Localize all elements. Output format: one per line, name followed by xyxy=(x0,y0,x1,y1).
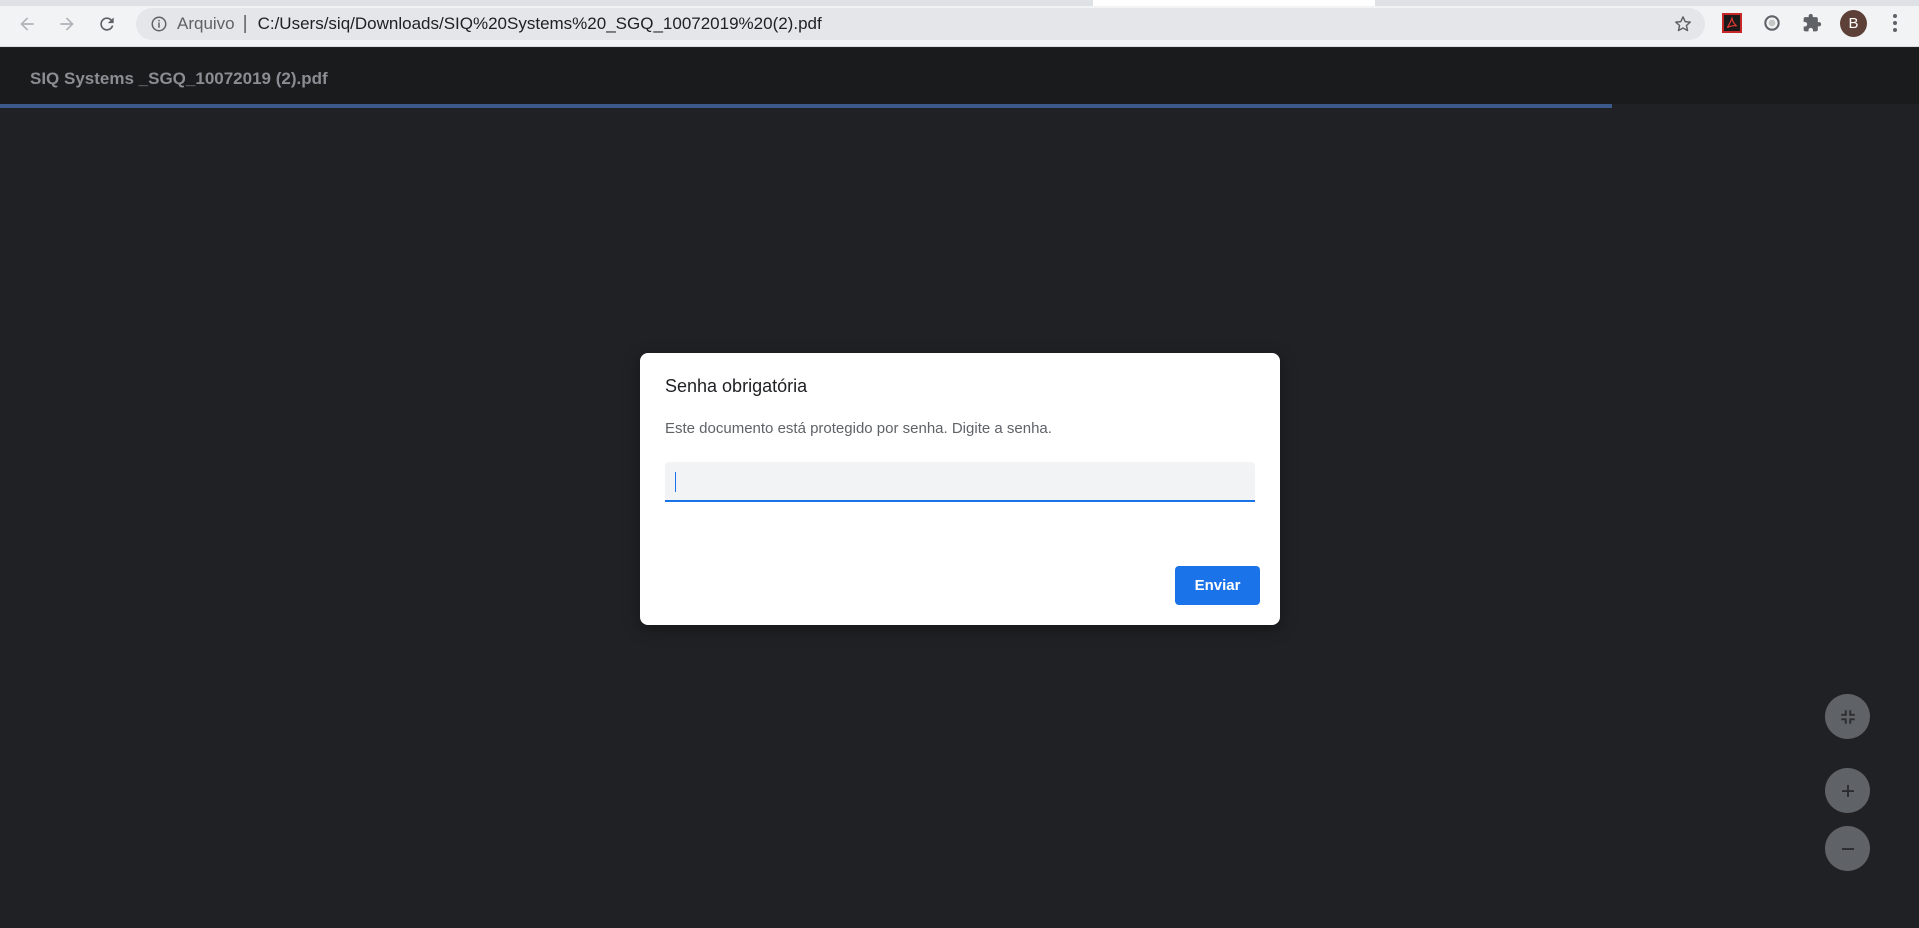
plus-icon xyxy=(1841,784,1854,797)
info-icon[interactable] xyxy=(149,14,169,34)
arrow-left-icon xyxy=(20,17,34,31)
menu-dot-icon xyxy=(1893,14,1897,18)
menu-dot-icon xyxy=(1893,28,1897,32)
circle-extension-icon xyxy=(1764,15,1780,31)
reload-icon xyxy=(100,17,114,31)
dialog-message: Este documento está protegido por senha.… xyxy=(665,420,1052,437)
dialog-title: Senha obrigatória xyxy=(665,376,808,396)
fit-to-page-icon xyxy=(1840,709,1855,724)
forward-button[interactable] xyxy=(52,9,82,39)
reload-button[interactable] xyxy=(92,9,122,39)
back-button[interactable] xyxy=(12,9,42,39)
origin-separator: | xyxy=(242,13,248,34)
password-dialog: Senha obrigatória Este documento está pr… xyxy=(640,353,1280,625)
load-progress-bar xyxy=(0,104,1919,108)
extensions-button[interactable] xyxy=(1800,11,1824,35)
load-progress-fill xyxy=(0,104,1612,108)
submit-button[interactable]: Enviar xyxy=(1175,566,1260,605)
tab-strip xyxy=(0,0,1919,6)
star-icon[interactable] xyxy=(1673,14,1693,34)
profile-avatar[interactable]: B xyxy=(1840,10,1867,37)
pdf-viewer-header: SIQ Systems _SGQ_10072019 (2).pdf xyxy=(0,48,1919,105)
arrow-right-icon xyxy=(60,17,74,31)
text-caret xyxy=(675,472,676,492)
acrobat-icon xyxy=(1722,13,1742,33)
fit-to-page-button[interactable] xyxy=(1825,694,1870,739)
pdf-title: SIQ Systems _SGQ_10072019 (2).pdf xyxy=(30,69,328,88)
minus-icon xyxy=(1841,847,1854,850)
password-input[interactable] xyxy=(665,462,1255,502)
extension-circle-button[interactable] xyxy=(1760,11,1784,35)
zoom-in-button[interactable] xyxy=(1825,768,1870,813)
address-bar[interactable]: Arquivo | C:/Users/siq/Downloads/SIQ%20S… xyxy=(136,8,1705,40)
url-text[interactable]: C:/Users/siq/Downloads/SIQ%20Systems%20_… xyxy=(258,14,822,34)
puzzle-icon xyxy=(1803,13,1822,32)
zoom-out-button[interactable] xyxy=(1825,826,1870,871)
menu-dot-icon xyxy=(1893,21,1897,25)
browser-toolbar: Arquivo | C:/Users/siq/Downloads/SIQ%20S… xyxy=(0,0,1919,47)
origin-label: Arquivo xyxy=(177,14,235,33)
acrobat-extension-button[interactable] xyxy=(1720,11,1744,35)
browser-menu-button[interactable] xyxy=(1883,11,1907,35)
active-tab-edge[interactable] xyxy=(1093,0,1375,6)
